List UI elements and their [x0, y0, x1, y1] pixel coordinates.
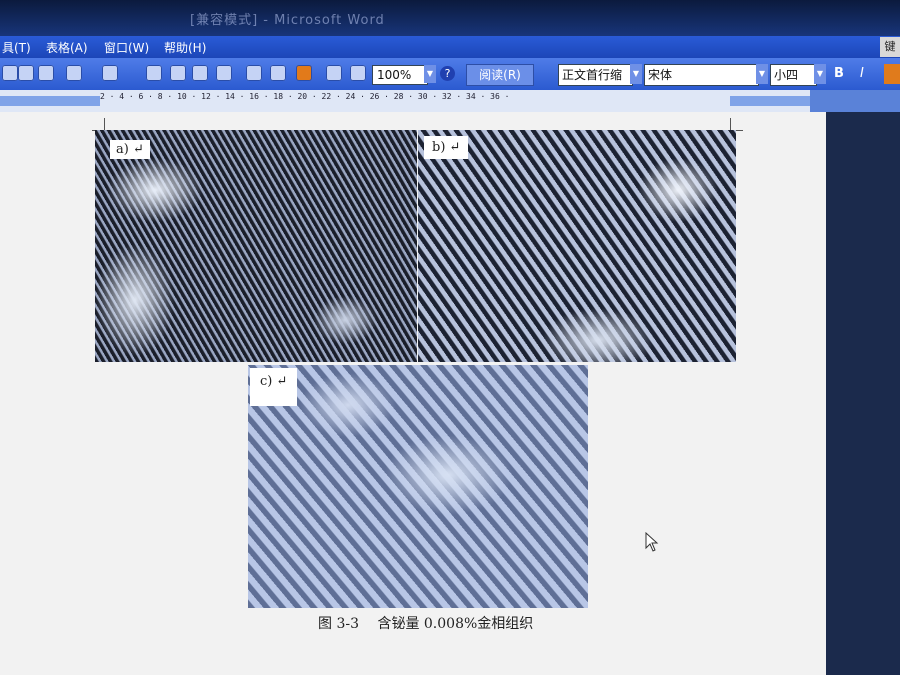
micrograph-a — [95, 130, 417, 362]
figure-caption: 图 3-3 含铋量 0.008%金相组织 — [318, 616, 534, 632]
format-painter-icon[interactable] — [38, 65, 54, 81]
tables-borders-icon[interactable] — [170, 65, 186, 81]
title-bar: [兼容模式] - Microsoft Word — [0, 0, 900, 36]
insert-table-icon[interactable] — [192, 65, 208, 81]
paste-icon[interactable] — [18, 65, 34, 81]
micrograph-c — [248, 365, 588, 608]
insert-excel-icon[interactable] — [216, 65, 232, 81]
ruler-margin-right — [730, 96, 810, 106]
redo-icon[interactable] — [102, 65, 118, 81]
window-title: [兼容模式] - Microsoft Word — [190, 13, 385, 28]
menu-help[interactable]: 帮助(H) — [164, 39, 206, 56]
zoom-input[interactable]: 100% — [372, 65, 428, 85]
show-hide-icon[interactable] — [326, 65, 342, 81]
help-icon[interactable]: ? — [440, 66, 455, 81]
font-select[interactable]: 宋体 — [644, 64, 759, 86]
style-select[interactable]: 正文首行缩 — [558, 64, 633, 86]
font-size-select[interactable]: 小四 — [770, 64, 817, 86]
menu-table[interactable]: 表格(A) — [46, 39, 88, 56]
ruler-right-area — [810, 90, 900, 112]
horizontal-ruler[interactable]: 2 · 4 · 6 · 8 · 10 · 12 · 14 · 16 · 18 ·… — [0, 90, 810, 113]
cut-icon[interactable] — [2, 65, 18, 81]
chevron-down-icon[interactable]: ▼ — [630, 64, 642, 84]
mouse-pointer-icon — [645, 532, 659, 552]
menu-right-button[interactable]: 键 — [880, 37, 900, 57]
columns-icon[interactable] — [246, 65, 262, 81]
hyperlink-icon[interactable] — [146, 65, 162, 81]
screen: [兼容模式] - Microsoft Word 具(T) 表格(A) 窗口(W)… — [0, 0, 900, 675]
ruler-margin-left — [0, 96, 100, 106]
document-map-icon[interactable] — [296, 65, 312, 81]
menu-tools[interactable]: 具(T) — [2, 39, 31, 56]
highlight-icon[interactable] — [884, 64, 900, 84]
undo-icon[interactable] — [66, 65, 82, 81]
menu-window[interactable]: 窗口(W) — [104, 39, 149, 56]
figure-b-label: b) ↵ — [424, 136, 469, 159]
reading-mode-button[interactable]: 阅读(R) — [466, 64, 534, 86]
drawing-icon[interactable] — [270, 65, 286, 81]
bold-button[interactable]: B — [834, 66, 844, 81]
ruler-ticks: 2 · 4 · 6 · 8 · 10 · 12 · 14 · 16 · 18 ·… — [100, 92, 510, 101]
chevron-down-icon[interactable]: ▼ — [424, 65, 436, 83]
menu-bar: 具(T) 表格(A) 窗口(W) 帮助(H) 键 — [0, 36, 900, 58]
chevron-down-icon[interactable]: ▼ — [756, 64, 768, 84]
italic-button[interactable]: I — [860, 66, 864, 81]
side-panel — [826, 112, 900, 675]
chevron-down-icon[interactable]: ▼ — [814, 64, 826, 84]
micrograph-b — [418, 130, 736, 362]
figure-c-label: c) ↵ — [250, 368, 298, 406]
paragraph-mark-icon[interactable] — [350, 65, 366, 81]
figure-a-label: a) ↵ — [110, 140, 150, 159]
